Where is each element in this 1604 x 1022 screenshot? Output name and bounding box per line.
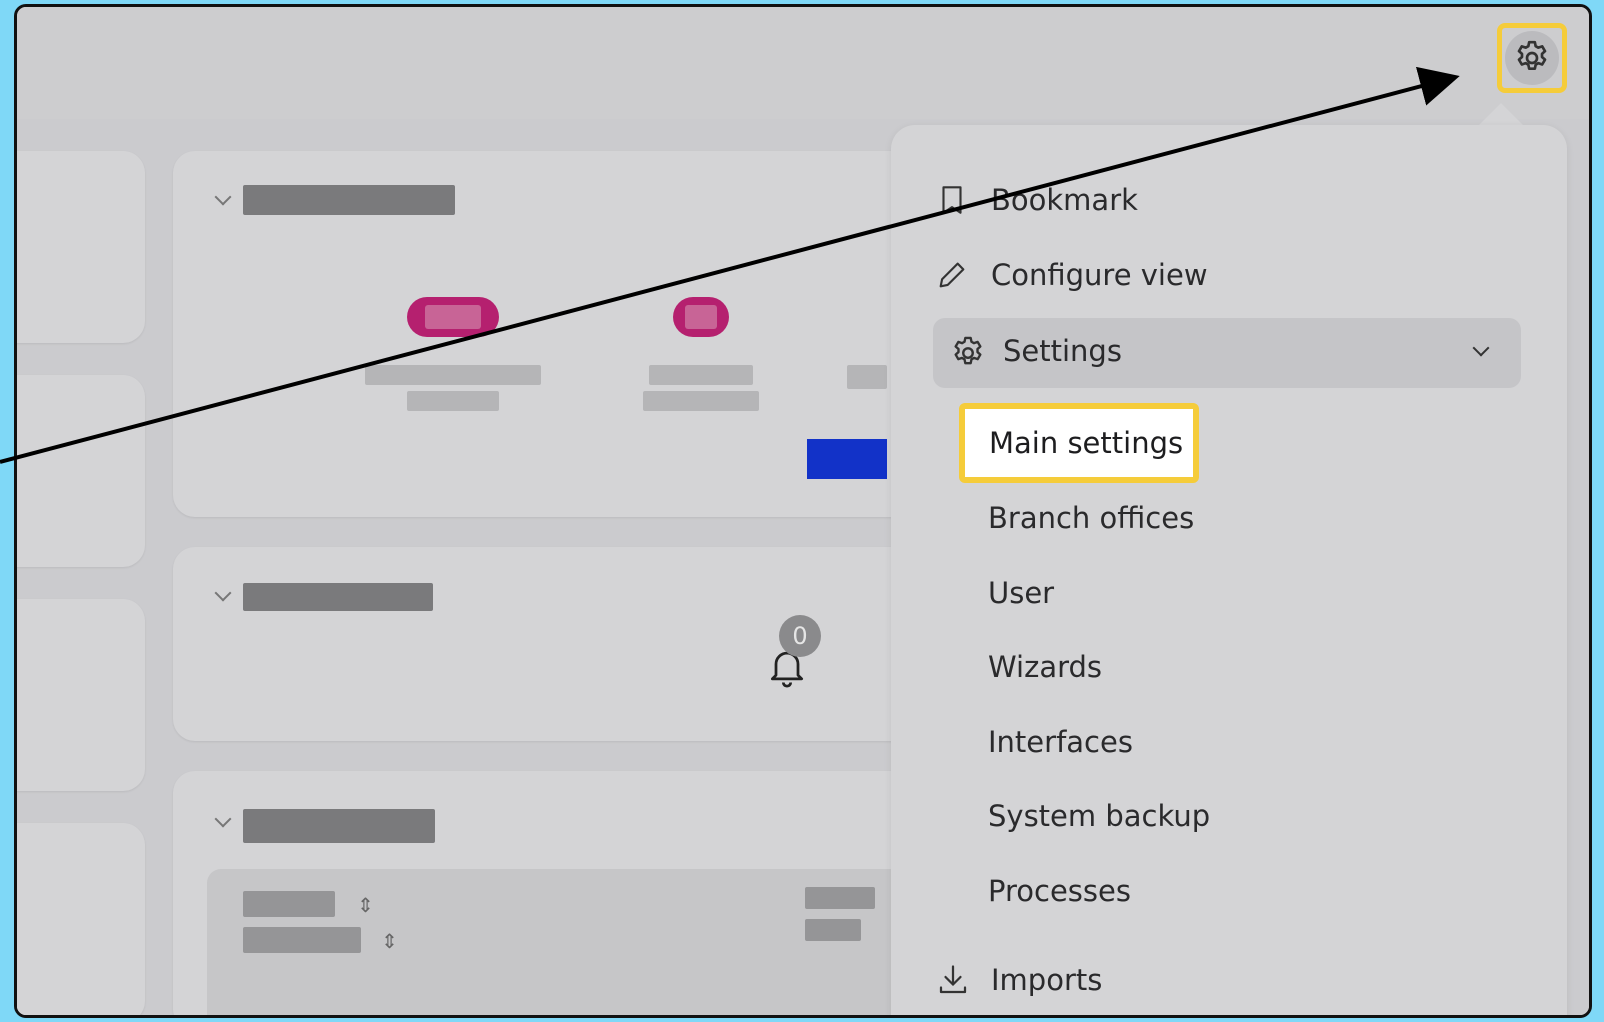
left-card xyxy=(17,599,145,791)
menu-item-imports[interactable]: Imports xyxy=(939,963,1103,997)
menu-item-bookmark[interactable]: Bookmark xyxy=(942,183,1138,217)
widget-text xyxy=(407,391,499,411)
action-button[interactable] xyxy=(807,439,887,479)
sort-icon[interactable]: ⇕ xyxy=(357,893,374,917)
gear-icon xyxy=(1517,40,1547,70)
submenu-item-branch-offices[interactable]: Branch offices xyxy=(988,501,1194,535)
menu-item-settings[interactable]: Settings xyxy=(933,318,1521,388)
gear-icon xyxy=(954,336,982,365)
top-bar xyxy=(17,7,1589,120)
chevron-down-icon[interactable] xyxy=(214,188,232,206)
settings-button[interactable] xyxy=(1497,23,1567,93)
column-header xyxy=(243,927,361,953)
widget-card xyxy=(173,151,933,517)
status-badge xyxy=(673,297,729,337)
widget-title xyxy=(243,583,433,611)
download-icon xyxy=(939,965,967,994)
settings-button-bg xyxy=(1505,31,1559,85)
submenu-item-user[interactable]: User xyxy=(988,576,1054,610)
left-card xyxy=(17,151,145,343)
column-header xyxy=(243,891,335,917)
widget-card: ⇕ ⇕ xyxy=(173,771,933,1015)
menu-item-label: Configure view xyxy=(991,258,1208,292)
submenu-item-main-settings[interactable]: Main settings xyxy=(959,403,1199,483)
widget-card: 0 xyxy=(173,547,933,741)
menu-item-label: Settings xyxy=(1003,334,1122,368)
left-card xyxy=(17,823,145,1015)
submenu-item-interfaces[interactable]: Interfaces xyxy=(988,725,1133,759)
chevron-down-icon[interactable] xyxy=(1472,339,1490,357)
settings-dropdown-menu: Bookmark Configure view Settings Main se… xyxy=(891,125,1567,1015)
widget-text xyxy=(649,365,753,385)
submenu-item-processes[interactable]: Processes xyxy=(988,874,1131,908)
bookmark-icon xyxy=(942,186,962,214)
notification-count: 0 xyxy=(779,615,821,657)
column-header xyxy=(805,919,861,941)
widget-title xyxy=(243,809,435,843)
menu-item-label: Imports xyxy=(991,963,1103,997)
app-window: 0 ⇕ ⇕ Bookmark Configure view Settings M… xyxy=(14,4,1592,1018)
table-area: ⇕ ⇕ xyxy=(207,869,907,1015)
chevron-down-icon[interactable] xyxy=(214,584,232,602)
sort-icon[interactable]: ⇕ xyxy=(381,929,398,953)
widget-text xyxy=(847,365,887,389)
widget-text xyxy=(643,391,759,411)
submenu-item-wizards[interactable]: Wizards xyxy=(988,650,1102,684)
column-header xyxy=(805,887,875,909)
chevron-down-icon[interactable] xyxy=(214,810,232,828)
left-card xyxy=(17,375,145,567)
status-badge xyxy=(407,297,499,337)
menu-pointer xyxy=(1477,103,1525,127)
pencil-icon xyxy=(939,262,965,288)
submenu-item-system-backup[interactable]: System backup xyxy=(988,799,1210,833)
widget-title xyxy=(243,185,455,215)
widget-text xyxy=(365,365,541,385)
menu-item-label: Bookmark xyxy=(991,183,1138,217)
menu-item-configure-view[interactable]: Configure view xyxy=(939,258,1208,292)
